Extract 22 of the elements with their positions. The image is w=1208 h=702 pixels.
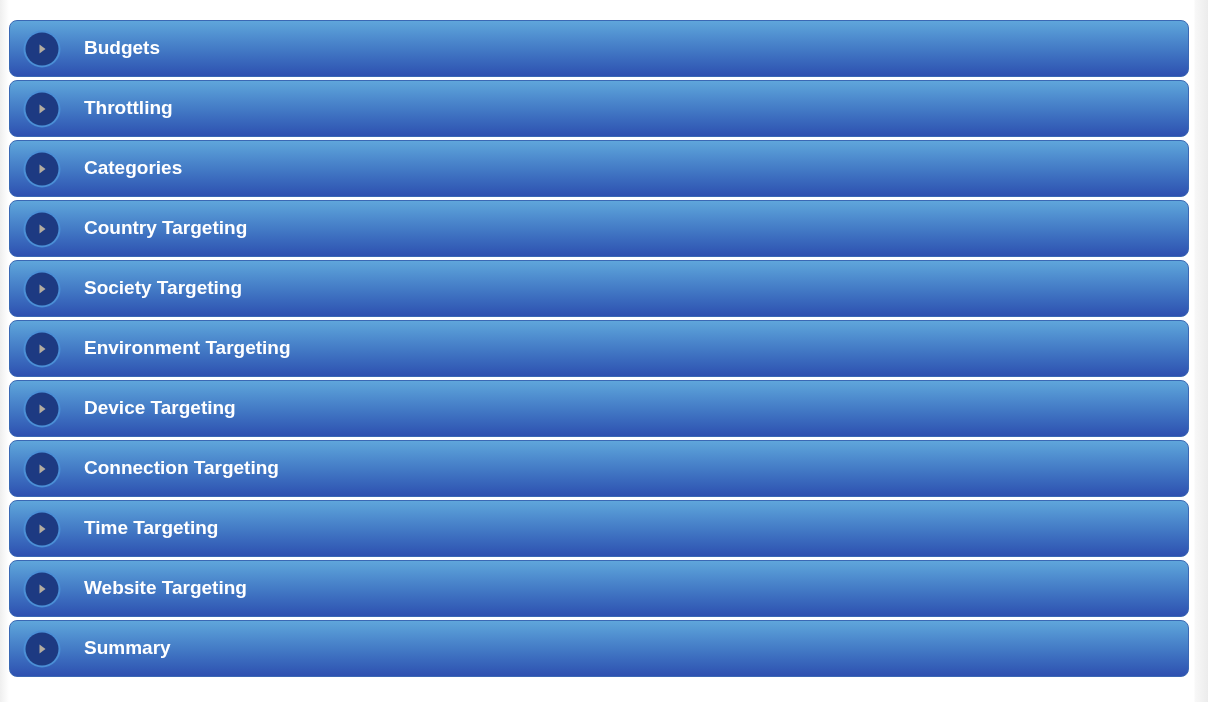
accordion-header[interactable]: Country Targeting [9,200,1189,257]
accordion-header[interactable]: Society Targeting [9,260,1189,317]
accordion-header[interactable]: Summary [9,620,1189,677]
accordion-header[interactable]: Website Targeting [9,560,1189,617]
accordion-header[interactable]: Time Targeting [9,500,1189,557]
accordion-header[interactable]: Device Targeting [9,380,1189,437]
accordion-header[interactable]: Categories [9,140,1189,197]
circle-arrow-icon [23,629,61,668]
circle-arrow-icon [23,329,61,368]
circle-arrow-icon [23,269,61,308]
circle-arrow-icon [23,149,61,188]
circle-arrow-icon [23,449,61,488]
circle-arrow-icon [23,509,61,548]
circle-arrow-icon [23,209,61,248]
accordion-header[interactable]: Environment Targeting [9,320,1189,377]
circle-arrow-icon [23,29,61,68]
circle-arrow-icon [23,89,61,128]
circle-arrow-icon [23,569,61,608]
circle-arrow-icon [23,389,61,428]
accordion-header[interactable]: Connection Targeting [9,440,1189,497]
accordion-header[interactable]: Throttling [9,80,1189,137]
accordion-header[interactable]: Budgets [9,20,1189,77]
